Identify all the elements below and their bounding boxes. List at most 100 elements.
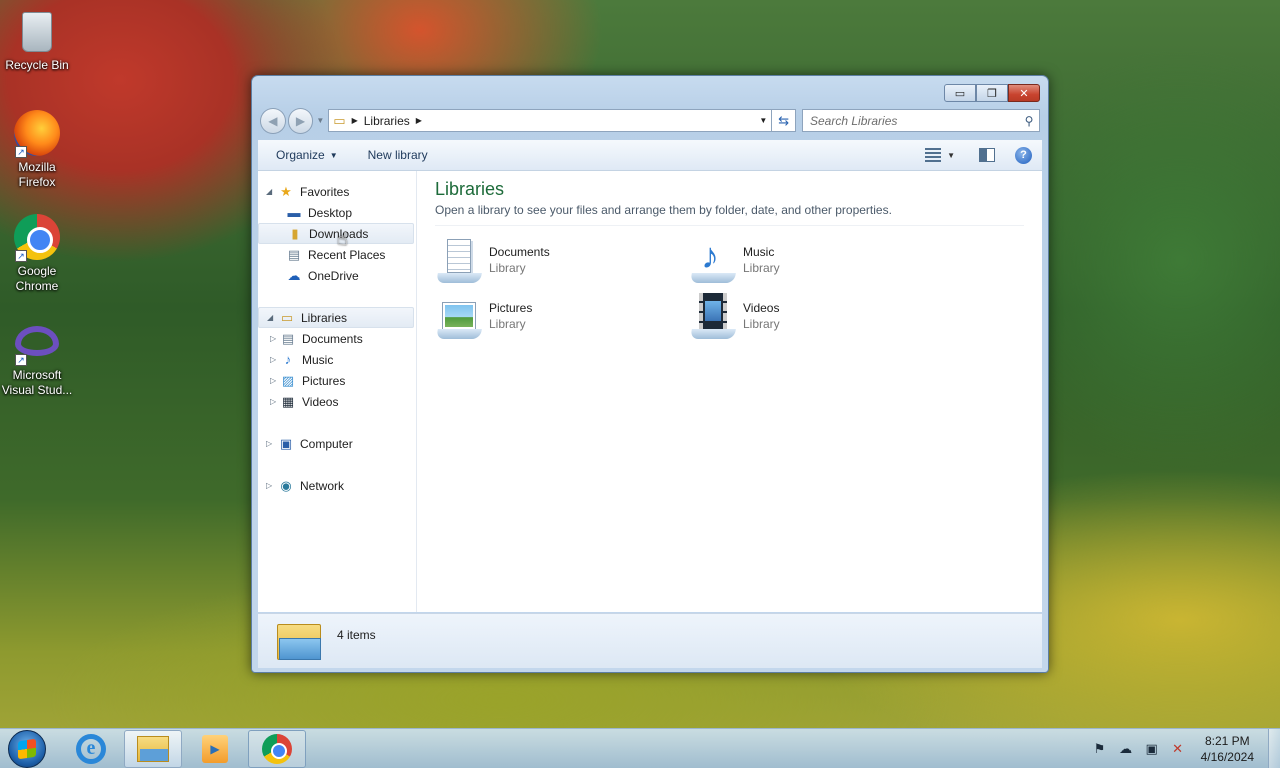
search-input[interactable]: Search Libraries — [810, 114, 1019, 128]
expand-arrow-icon[interactable]: ▷ — [266, 481, 278, 490]
back-button[interactable]: ◀ — [260, 107, 286, 134]
recent-pages-dropdown[interactable]: ▼ — [316, 116, 324, 125]
desktop-icon-recycle-bin[interactable]: Recycle Bin — [0, 8, 74, 73]
nav-item-music[interactable]: ▷ ♪ Music — [258, 349, 416, 370]
library-item-pictures[interactable]: Pictures Library — [435, 288, 689, 344]
pictures-library-icon — [435, 293, 485, 339]
onedrive-cloud-icon[interactable]: ☁ — [1117, 741, 1135, 757]
pictures-icon: ▨ — [281, 372, 295, 388]
refresh-icon: ⇆ — [778, 112, 790, 128]
address-row: ◀ ▶ ▼ ▭ ▶ Libraries ▶ ▼ ⇆ Search Librari… — [260, 107, 1040, 134]
chevron-down-icon: ▼ — [329, 150, 338, 160]
expand-arrow-icon[interactable]: ▷ — [270, 376, 280, 385]
help-icon[interactable]: ? — [1015, 146, 1032, 164]
desktop-icon: ▬ — [287, 205, 301, 220]
item-count: 4 items — [337, 628, 376, 642]
nav-item-documents[interactable]: ▷ ▤ Documents — [258, 328, 416, 349]
expand-arrow-icon[interactable]: ▷ — [270, 397, 280, 406]
address-bar[interactable]: ▭ ▶ Libraries ▶ ▼ — [328, 109, 773, 132]
star-icon: ★ — [280, 183, 292, 199]
chrome-icon — [262, 733, 292, 764]
view-options-dropdown-icon[interactable]: ▼ — [947, 151, 955, 160]
expand-arrow-icon[interactable]: ▷ — [270, 334, 280, 343]
nav-item-computer[interactable]: ▷ ▣ Computer — [258, 433, 416, 454]
nav-item-downloads[interactable]: ▮ Downloads — [258, 223, 414, 244]
close-button[interactable]: ✕ — [1008, 84, 1040, 102]
start-button[interactable] — [8, 729, 46, 768]
desktop-icon-chrome[interactable]: ↗ Google Chrome — [0, 214, 74, 294]
minimize-button[interactable]: ▭ — [944, 84, 976, 102]
content-area: ◢ ★ Favorites ▬ Desktop ▮ Downloads ▤ Re… — [258, 171, 1042, 612]
nav-item-pictures[interactable]: ▷ ▨ Pictures — [258, 370, 416, 391]
search-box[interactable]: Search Libraries ⚲ — [802, 109, 1040, 132]
shortcut-arrow-icon: ↗ — [15, 146, 27, 158]
page-description: Open a library to see your files and arr… — [435, 203, 1024, 226]
clock-date: 4/16/2024 — [1200, 749, 1254, 764]
nav-item-network[interactable]: ▷ ◉ Network — [258, 475, 416, 496]
minimize-icon: ▭ — [954, 87, 966, 100]
recycle-bin-icon — [13, 8, 61, 56]
taskbar-media-player[interactable]: ▶ — [186, 730, 244, 768]
expand-arrow-icon[interactable]: ▷ — [270, 355, 280, 364]
taskbar-chrome[interactable] — [248, 729, 306, 768]
explorer-window: ▭ ❐ ✕ ◀ ▶ ▼ ▭ ▶ Libraries ▶ ▼ ⇆ Search L… — [251, 75, 1049, 673]
hand-cursor-icon: ☝ — [337, 229, 348, 249]
music-note-icon: ♪ — [284, 352, 292, 367]
onedrive-cloud-icon: ☁ — [287, 267, 301, 283]
library-view: Libraries Open a library to see your fil… — [417, 171, 1042, 612]
page-title: Libraries — [435, 179, 505, 199]
library-item-music[interactable]: ♪ Music Library — [689, 232, 943, 288]
search-icon[interactable]: ⚲ — [1019, 114, 1039, 128]
documents-icon: ▤ — [281, 330, 295, 346]
back-arrow-icon: ◀ — [268, 113, 278, 128]
library-type: Library — [489, 317, 526, 331]
network-icon: ◉ — [280, 477, 292, 493]
library-name: Pictures — [489, 301, 533, 315]
volume-muted-icon[interactable]: ✕ — [1169, 741, 1187, 757]
nav-item-libraries[interactable]: ◢ ▭ Libraries — [258, 307, 414, 328]
nav-item-desktop[interactable]: ▬ Desktop — [258, 202, 416, 223]
videos-library-icon — [689, 293, 739, 339]
chrome-icon: ↗ — [13, 214, 61, 262]
breadcrumb-arrow-icon[interactable]: ▶ — [416, 116, 422, 125]
nav-label: Desktop — [308, 205, 353, 220]
refresh-button[interactable]: ⇆ — [772, 109, 796, 132]
clock[interactable]: 8:21 PM 4/16/2024 — [1201, 733, 1254, 765]
nav-label: Videos — [302, 394, 339, 409]
library-name: Documents — [489, 245, 550, 259]
desktop-icon-label: Recycle Bin — [5, 58, 69, 72]
taskbar: e ▶ ⚑ ☁ ▣ ✕ 8:21 PM 4/16/2024 — [0, 728, 1280, 768]
taskbar-file-explorer[interactable] — [124, 729, 182, 768]
desktop-icon-visual-studio[interactable]: ↗ Microsoft Visual Stud... — [0, 318, 74, 398]
taskbar-internet-explorer[interactable]: e — [62, 730, 120, 768]
new-library-button[interactable]: New library — [368, 148, 428, 162]
collapse-arrow-icon[interactable]: ◢ — [267, 313, 279, 322]
nav-item-onedrive[interactable]: ☁ OneDrive — [258, 265, 416, 286]
breadcrumb-arrow-icon[interactable]: ▶ — [352, 116, 358, 125]
organize-button[interactable]: Organize ▼ — [276, 148, 338, 162]
desktop-icon-firefox[interactable]: ↗ Mozilla Firefox — [0, 110, 74, 190]
nav-item-videos[interactable]: ▷ ▦ Videos — [258, 391, 416, 412]
network-icon[interactable]: ▣ — [1143, 741, 1161, 757]
nav-item-favorites[interactable]: ◢ ★ Favorites — [258, 181, 416, 202]
forward-button[interactable]: ▶ — [287, 107, 314, 134]
address-dropdown-icon[interactable]: ▼ — [755, 116, 771, 125]
library-name: Videos — [743, 301, 780, 315]
change-view-icon[interactable] — [925, 148, 942, 162]
downloads-folder-icon: ▮ — [291, 225, 299, 241]
collapse-arrow-icon[interactable]: ◢ — [266, 187, 278, 196]
nav-label: Libraries — [301, 310, 348, 325]
forward-arrow-icon: ▶ — [295, 113, 306, 128]
maximize-button[interactable]: ❐ — [976, 84, 1008, 102]
visual-studio-icon: ↗ — [13, 318, 61, 366]
library-item-documents[interactable]: Documents Library — [435, 232, 689, 288]
maximize-icon: ❐ — [987, 87, 997, 100]
library-item-videos[interactable]: Videos Library — [689, 288, 943, 344]
show-desktop-button[interactable] — [1268, 728, 1280, 768]
expand-arrow-icon[interactable]: ▷ — [266, 439, 278, 448]
breadcrumb-libraries[interactable]: Libraries — [364, 114, 410, 128]
preview-pane-icon[interactable] — [979, 148, 995, 162]
nav-label: Pictures — [302, 373, 346, 388]
action-center-flag-icon[interactable]: ⚑ — [1091, 741, 1109, 757]
close-icon: ✕ — [1019, 87, 1029, 100]
